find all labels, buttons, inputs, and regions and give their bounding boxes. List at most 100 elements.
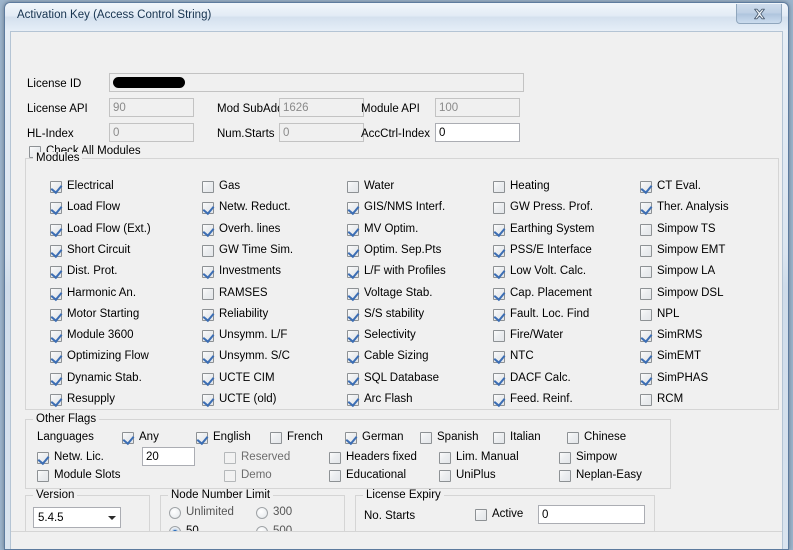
module-checkbox[interactable]: GW Press. Prof. [493, 201, 593, 214]
module-checkbox[interactable]: DACF Calc. [493, 372, 571, 385]
checkbox-box [50, 308, 62, 321]
module-label: Low Volt. Calc. [510, 265, 587, 277]
language-checkbox[interactable]: Italian [493, 431, 541, 444]
no-starts-active-checkbox[interactable]: Active [475, 508, 523, 521]
module-checkbox[interactable]: SimRMS [640, 329, 702, 342]
module-checkbox[interactable]: CT Eval. [640, 180, 701, 193]
module-checkbox[interactable]: Simpow TS [640, 223, 716, 236]
module-checkbox[interactable]: Cable Sizing [347, 350, 429, 363]
educational-checkbox[interactable]: Educational [329, 469, 406, 482]
mod-subaddr-input[interactable] [279, 98, 364, 117]
hl-index-input[interactable] [109, 123, 194, 142]
checkbox-box [640, 329, 652, 342]
module-checkbox[interactable]: Netw. Reduct. [202, 201, 291, 214]
module-checkbox[interactable]: NTC [493, 350, 534, 363]
language-checkbox[interactable]: Any [122, 431, 159, 444]
module-label: Short Circuit [67, 244, 131, 256]
module-checkbox[interactable]: Water [347, 180, 394, 193]
module-checkbox[interactable]: Voltage Stab. [347, 287, 432, 300]
module-checkbox[interactable]: NPL [640, 308, 679, 321]
module-checkbox[interactable]: Arc Flash [347, 393, 413, 406]
netw-lic-checkbox[interactable]: Netw. Lic. [37, 451, 104, 464]
simpow-checkbox[interactable]: Simpow [559, 451, 617, 464]
module-checkbox[interactable]: Earthing System [493, 223, 594, 236]
reserved-checkbox[interactable]: Reserved [224, 451, 290, 464]
neplan-easy-checkbox[interactable]: Neplan-Easy [559, 469, 642, 482]
module-checkbox[interactable]: Optim. Sep.Pts [347, 244, 441, 257]
module-api-input[interactable] [435, 98, 520, 117]
module-checkbox[interactable]: Dist. Prot. [50, 265, 117, 278]
module-checkbox[interactable]: Simpow LA [640, 265, 715, 278]
module-checkbox[interactable]: Investments [202, 265, 281, 278]
languages-label: Languages [37, 431, 94, 443]
module-checkbox[interactable]: Fault. Loc. Find [493, 308, 589, 321]
accctrl-index-input[interactable] [435, 123, 520, 142]
module-checkbox[interactable]: Overh. lines [202, 223, 280, 236]
module-label: UCTE (old) [219, 393, 277, 405]
module-checkbox[interactable]: SimPHAS [640, 372, 708, 385]
license-api-input[interactable] [109, 98, 194, 117]
module-checkbox[interactable]: GW Time Sim. [202, 244, 293, 257]
module-checkbox[interactable]: S/S stability [347, 308, 424, 321]
module-checkbox[interactable]: Harmonic An. [50, 287, 136, 300]
module-checkbox[interactable]: SQL Database [347, 372, 439, 385]
no-starts-value-input[interactable] [538, 505, 645, 524]
module-checkbox[interactable]: MV Optim. [347, 223, 418, 236]
module-checkbox[interactable]: RCM [640, 393, 683, 406]
module-checkbox[interactable]: GIS/NMS Interf. [347, 201, 445, 214]
module-checkbox[interactable]: Module 3600 [50, 329, 134, 342]
checkbox-box [202, 287, 214, 300]
module-checkbox[interactable]: Resupply [50, 393, 115, 406]
module-checkbox[interactable]: PSS/E Interface [493, 244, 592, 257]
language-checkbox[interactable]: Chinese [567, 431, 626, 444]
module-checkbox[interactable]: Load Flow (Ext.) [50, 223, 151, 236]
module-label: Reliability [219, 308, 269, 320]
language-checkbox[interactable]: Spanish [420, 431, 479, 444]
module-checkbox[interactable]: UCTE CIM [202, 372, 275, 385]
uniplus-checkbox[interactable]: UniPlus [439, 469, 496, 482]
other-flags-caption: Other Flags [33, 413, 100, 425]
module-checkbox[interactable]: Electrical [50, 180, 114, 193]
module-checkbox[interactable]: Optimizing Flow [50, 350, 149, 363]
version-select[interactable]: 5.4.5 [33, 507, 121, 528]
module-label: Unsymm. L/F [219, 329, 288, 341]
node-limit-radio[interactable]: 300 [256, 506, 292, 519]
lim-manual-checkbox[interactable]: Lim. Manual [439, 451, 519, 464]
demo-checkbox[interactable]: Demo [224, 469, 272, 482]
checkbox-box [640, 201, 652, 214]
node-limit-radio[interactable]: Unlimited [169, 506, 234, 519]
module-checkbox[interactable]: Unsymm. L/F [202, 329, 287, 342]
module-slots-checkbox[interactable]: Module Slots [37, 469, 120, 482]
module-checkbox[interactable]: Gas [202, 180, 240, 193]
module-checkbox[interactable]: Fire/Water [493, 329, 563, 342]
headers-fixed-checkbox[interactable]: Headers fixed [329, 451, 417, 464]
module-checkbox[interactable]: Low Volt. Calc. [493, 265, 586, 278]
module-checkbox[interactable]: Simpow DSL [640, 287, 723, 300]
module-checkbox[interactable]: Simpow EMT [640, 244, 725, 257]
module-checkbox[interactable]: Dynamic Stab. [50, 372, 142, 385]
module-checkbox[interactable]: RAMSES [202, 287, 268, 300]
module-checkbox[interactable]: Reliability [202, 308, 268, 321]
module-checkbox[interactable]: Unsymm. S/C [202, 350, 290, 363]
module-checkbox[interactable]: SimEMT [640, 350, 701, 363]
module-checkbox[interactable]: Motor Starting [50, 308, 139, 321]
language-checkbox[interactable]: French [270, 431, 323, 444]
checkbox-box [347, 265, 359, 278]
module-checkbox[interactable]: Short Circuit [50, 244, 130, 257]
module-checkbox[interactable]: L/F with Profiles [347, 265, 446, 278]
num-starts-input[interactable] [279, 123, 364, 142]
module-checkbox[interactable]: Feed. Reinf. [493, 393, 573, 406]
activation-key-dialog: Activation Key (Access Control String) L… [4, 2, 789, 550]
module-checkbox[interactable]: Load Flow [50, 201, 120, 214]
lim-manual-label: Lim. Manual [456, 451, 519, 463]
close-button[interactable] [736, 4, 782, 24]
language-checkbox[interactable]: German [345, 431, 404, 444]
module-label: CT Eval. [657, 180, 701, 192]
module-checkbox[interactable]: Heating [493, 180, 550, 193]
module-checkbox[interactable]: Selectivity [347, 329, 416, 342]
netw-lic-count-input[interactable] [142, 447, 195, 466]
language-checkbox[interactable]: English [196, 431, 251, 444]
module-checkbox[interactable]: UCTE (old) [202, 393, 277, 406]
module-checkbox[interactable]: Cap. Placement [493, 287, 592, 300]
module-checkbox[interactable]: Ther. Analysis [640, 201, 729, 214]
